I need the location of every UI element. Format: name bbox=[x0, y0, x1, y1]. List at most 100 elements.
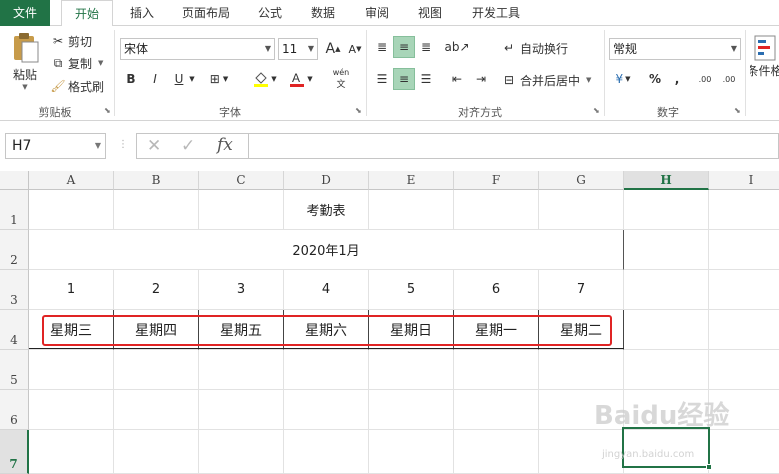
merged-cell-a2-g2[interactable]: 2020年1月 bbox=[29, 230, 624, 270]
row-header-2[interactable]: 2 bbox=[0, 230, 29, 270]
select-all-corner[interactable] bbox=[0, 171, 29, 190]
column-header-d[interactable]: D bbox=[284, 171, 369, 190]
column-header-i[interactable]: I bbox=[709, 171, 779, 190]
cell-e3[interactable]: 5 bbox=[369, 270, 454, 310]
cell-h2[interactable] bbox=[624, 230, 709, 270]
cancel-icon[interactable]: ✕ bbox=[147, 136, 161, 156]
cell-c7[interactable] bbox=[199, 430, 284, 474]
align-center-button[interactable]: ≡ bbox=[393, 68, 415, 90]
cell-e1[interactable] bbox=[369, 190, 454, 230]
cell-g1[interactable] bbox=[539, 190, 624, 230]
row-header-7[interactable]: 7 bbox=[0, 430, 29, 474]
cell-b7[interactable] bbox=[114, 430, 199, 474]
tab-data[interactable]: 数据 bbox=[301, 0, 345, 26]
alignment-launcher-icon[interactable]: ⬊ bbox=[593, 106, 600, 115]
phonetic-button[interactable]: wén 文 bbox=[328, 66, 354, 92]
cell-c1[interactable] bbox=[199, 190, 284, 230]
column-header-e[interactable]: E bbox=[369, 171, 454, 190]
cell-d3[interactable]: 4 bbox=[284, 270, 369, 310]
cell-b6[interactable] bbox=[114, 390, 199, 430]
cell-h1[interactable] bbox=[624, 190, 709, 230]
paste-button[interactable]: 粘贴 ▼ bbox=[8, 32, 42, 94]
number-launcher-icon[interactable]: ⬊ bbox=[734, 106, 741, 115]
drag-handle-icon[interactable]: ⋮ bbox=[118, 139, 128, 150]
cell-d7[interactable] bbox=[284, 430, 369, 474]
cell-c6[interactable] bbox=[199, 390, 284, 430]
column-header-h[interactable]: H bbox=[624, 171, 709, 190]
tab-insert[interactable]: 插入 bbox=[120, 0, 164, 26]
cell-i2[interactable] bbox=[709, 230, 779, 270]
align-left-button[interactable]: ☰ bbox=[371, 68, 393, 90]
align-middle-button[interactable]: ≡ bbox=[393, 36, 415, 58]
cell-g5[interactable] bbox=[539, 350, 624, 390]
cell-d1[interactable]: 考勤表 bbox=[284, 190, 369, 230]
tab-formulas[interactable]: 公式 bbox=[248, 0, 292, 26]
decrease-decimal-button[interactable]: .00 bbox=[718, 68, 740, 90]
bold-button[interactable]: B bbox=[120, 68, 142, 90]
cell-f6[interactable] bbox=[454, 390, 539, 430]
tab-page-layout[interactable]: 页面布局 bbox=[172, 0, 240, 26]
cell-a7[interactable] bbox=[29, 430, 114, 474]
column-header-f[interactable]: F bbox=[454, 171, 539, 190]
align-right-button[interactable]: ☰ bbox=[415, 68, 437, 90]
tab-developer[interactable]: 开发工具 bbox=[462, 0, 530, 26]
merge-center-button[interactable]: ⊟ 合并后居中 ▼ bbox=[500, 70, 591, 90]
name-box[interactable]: H7 ▼ bbox=[5, 133, 106, 159]
cell-i4[interactable] bbox=[709, 310, 779, 350]
cell-a3[interactable]: 1 bbox=[29, 270, 114, 310]
tab-review[interactable]: 审阅 bbox=[355, 0, 399, 26]
cell-i3[interactable] bbox=[709, 270, 779, 310]
increase-decimal-button[interactable]: .00 bbox=[694, 68, 716, 90]
cell-f3[interactable]: 6 bbox=[454, 270, 539, 310]
conditional-format-button[interactable]: 条件格 bbox=[750, 34, 779, 94]
cell-d6[interactable] bbox=[284, 390, 369, 430]
cell-c5[interactable] bbox=[199, 350, 284, 390]
row-header-1[interactable]: 1 bbox=[0, 190, 29, 230]
cell-b3[interactable]: 2 bbox=[114, 270, 199, 310]
cell-e6[interactable] bbox=[369, 390, 454, 430]
percent-button[interactable]: % bbox=[644, 68, 666, 90]
cell-c3[interactable]: 3 bbox=[199, 270, 284, 310]
row-header-4[interactable]: 4 bbox=[0, 310, 29, 350]
tab-home[interactable]: 开始 bbox=[61, 0, 113, 27]
font-name-select[interactable]: 宋体 ▼ bbox=[120, 38, 275, 60]
comma-style-button[interactable]: , bbox=[666, 68, 688, 90]
cell-i1[interactable] bbox=[709, 190, 779, 230]
number-format-select[interactable]: 常规 ▼ bbox=[609, 38, 741, 60]
shrink-font-button[interactable]: A ▼ bbox=[344, 38, 366, 60]
cell-a6[interactable] bbox=[29, 390, 114, 430]
tab-file[interactable]: 文件 bbox=[0, 0, 50, 26]
column-header-c[interactable]: C bbox=[199, 171, 284, 190]
font-launcher-icon[interactable]: ⬊ bbox=[355, 106, 362, 115]
decrease-indent-button[interactable]: ⇤ bbox=[446, 68, 468, 90]
wrap-text-button[interactable]: ↵ 自动换行 bbox=[500, 38, 568, 58]
cell-f5[interactable] bbox=[454, 350, 539, 390]
column-header-b[interactable]: B bbox=[114, 171, 199, 190]
cell-h4[interactable] bbox=[624, 310, 709, 350]
tab-view[interactable]: 视图 bbox=[408, 0, 452, 26]
borders-button[interactable]: ⊞ ▼ bbox=[208, 68, 230, 90]
underline-dropdown[interactable]: ▼ bbox=[186, 68, 198, 90]
cell-f1[interactable] bbox=[454, 190, 539, 230]
accounting-format-button[interactable]: ¥ ▼ bbox=[612, 68, 634, 90]
cell-a5[interactable] bbox=[29, 350, 114, 390]
cell-a1[interactable] bbox=[29, 190, 114, 230]
cell-i5[interactable] bbox=[709, 350, 779, 390]
cell-b5[interactable] bbox=[114, 350, 199, 390]
row-header-3[interactable]: 3 bbox=[0, 270, 29, 310]
clipboard-launcher-icon[interactable]: ⬊ bbox=[104, 106, 111, 115]
cell-g3[interactable]: 7 bbox=[539, 270, 624, 310]
cell-h3[interactable] bbox=[624, 270, 709, 310]
cell-e7[interactable] bbox=[369, 430, 454, 474]
grow-font-button[interactable]: A ▲ bbox=[322, 38, 344, 60]
increase-indent-button[interactable]: ⇥ bbox=[470, 68, 492, 90]
format-painter-button[interactable]: 🖌 格式刷 bbox=[50, 77, 104, 95]
cell-f7[interactable] bbox=[454, 430, 539, 474]
orientation-button[interactable]: ab↗ bbox=[444, 36, 469, 58]
row-header-5[interactable]: 5 bbox=[0, 350, 29, 390]
cell-e5[interactable] bbox=[369, 350, 454, 390]
italic-button[interactable]: I bbox=[144, 68, 166, 90]
cell-b1[interactable] bbox=[114, 190, 199, 230]
align-top-button[interactable]: ≣ bbox=[371, 36, 393, 58]
cell-d5[interactable] bbox=[284, 350, 369, 390]
